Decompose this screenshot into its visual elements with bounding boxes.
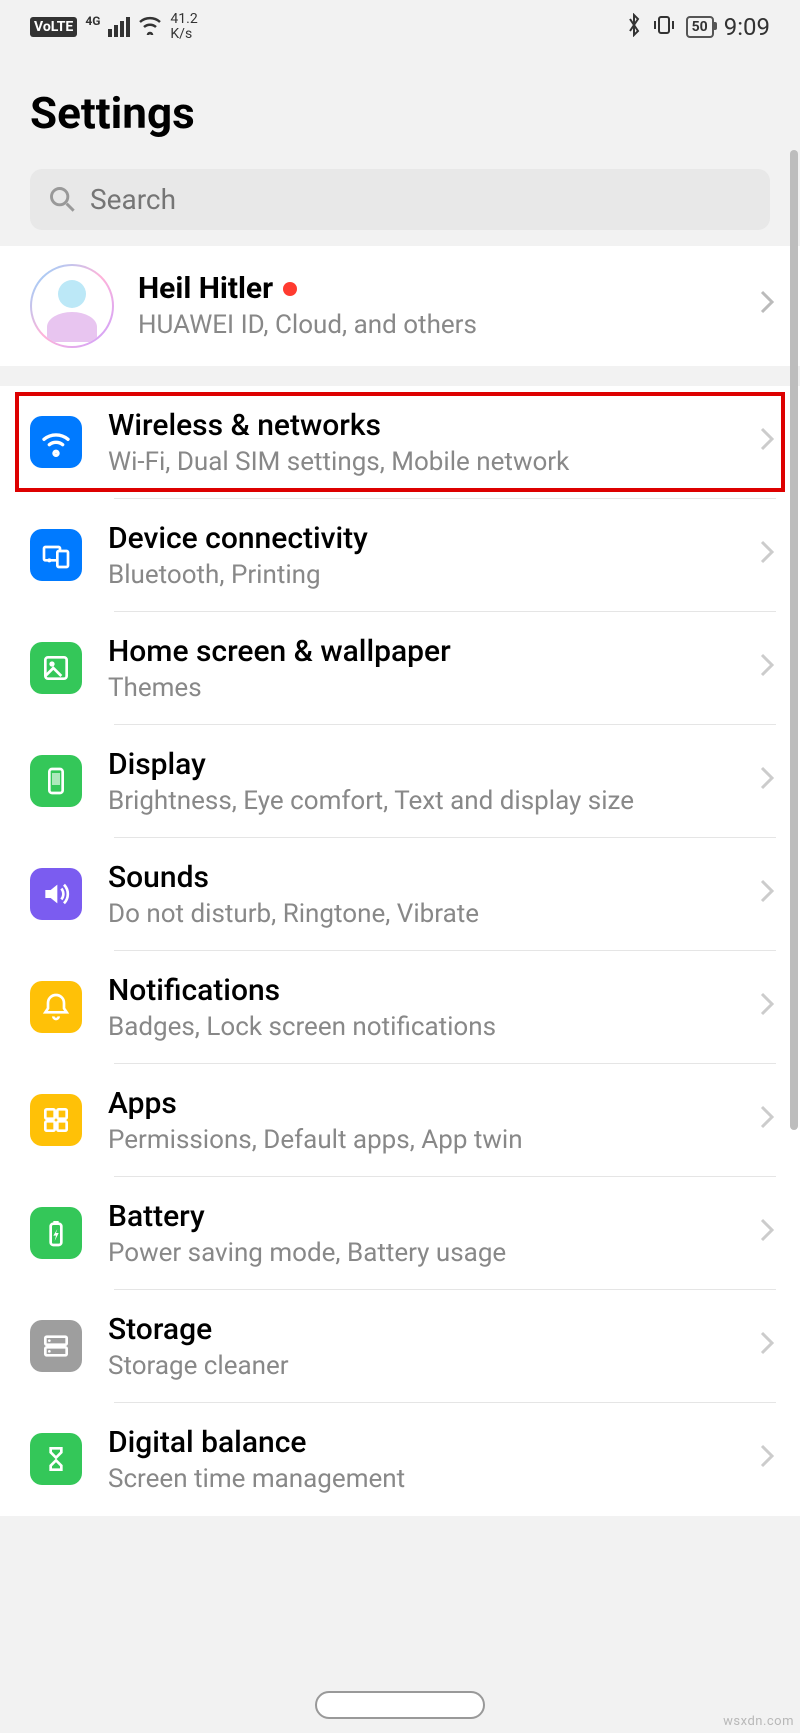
image-icon [30, 642, 82, 694]
status-bar: VoLTE 4G 41.2K/s 50 9:09 [0, 0, 800, 51]
speed-indicator: 41.2K/s [170, 12, 197, 43]
chevron-right-icon [758, 288, 776, 323]
chevron-right-icon [758, 1442, 776, 1477]
item-wireless-networks[interactable]: Wireless & networks Wi-Fi, Dual SIM sett… [0, 386, 800, 499]
bluetooth-icon [626, 13, 642, 42]
notification-dot-icon [283, 282, 297, 296]
item-title: Home screen & wallpaper [108, 634, 758, 669]
status-left: VoLTE 4G 41.2K/s [30, 12, 198, 43]
item-sounds[interactable]: Sounds Do not disturb, Ringtone, Vibrate [0, 838, 800, 951]
item-subtitle: Badges, Lock screen notifications [108, 1012, 758, 1042]
item-apps[interactable]: Apps Permissions, Default apps, App twin [0, 1064, 800, 1177]
account-name: Heil Hitler [138, 271, 734, 306]
time-label: 9:09 [724, 13, 770, 41]
nav-pill[interactable] [315, 1691, 485, 1719]
chevron-right-icon [758, 877, 776, 912]
chevron-right-icon [758, 1329, 776, 1364]
chevron-right-icon [758, 425, 776, 460]
storage-icon [30, 1320, 82, 1372]
item-title: Battery [108, 1199, 758, 1234]
status-right: 50 9:09 [626, 13, 770, 42]
item-title: Sounds [108, 860, 758, 895]
item-subtitle: Permissions, Default apps, App twin [108, 1125, 758, 1155]
item-display[interactable]: Display Brightness, Eye comfort, Text an… [0, 725, 800, 838]
item-subtitle: Brightness, Eye comfort, Text and displa… [108, 786, 758, 816]
item-subtitle: Power saving mode, Battery usage [108, 1238, 758, 1268]
item-title: Device connectivity [108, 521, 758, 556]
search-input[interactable] [90, 183, 752, 216]
item-title: Storage [108, 1312, 758, 1347]
item-digital-balance[interactable]: Digital balance Screen time management [0, 1403, 800, 1516]
scrollbar[interactable] [790, 150, 798, 1150]
page-title: Settings [0, 51, 800, 169]
search-box[interactable] [30, 169, 770, 230]
account-subtitle: HUAWEI ID, Cloud, and others [138, 310, 734, 340]
search-icon [48, 185, 76, 213]
item-title: Display [108, 747, 758, 782]
item-title: Wireless & networks [108, 408, 758, 443]
wifi-icon [138, 15, 162, 40]
phone-icon [30, 755, 82, 807]
item-home-screen[interactable]: Home screen & wallpaper Themes [0, 612, 800, 725]
battery-icon [30, 1207, 82, 1259]
item-subtitle: Wi-Fi, Dual SIM settings, Mobile network [108, 447, 758, 477]
item-notifications[interactable]: Notifications Badges, Lock screen notifi… [0, 951, 800, 1064]
settings-list: Wireless & networks Wi-Fi, Dual SIM sett… [0, 386, 800, 1516]
chevron-right-icon [758, 538, 776, 573]
watermark: wsxdn.com [723, 1714, 794, 1729]
network-4g-label: 4G [85, 14, 100, 28]
signal-icon [108, 17, 130, 37]
item-storage[interactable]: Storage Storage cleaner [0, 1290, 800, 1403]
chevron-right-icon [758, 1103, 776, 1138]
item-subtitle: Screen time management [108, 1464, 758, 1494]
item-subtitle: Do not disturb, Ringtone, Vibrate [108, 899, 758, 929]
item-title: Notifications [108, 973, 758, 1008]
chevron-right-icon [758, 1216, 776, 1251]
chevron-right-icon [758, 651, 776, 686]
item-subtitle: Storage cleaner [108, 1351, 758, 1381]
chevron-right-icon [758, 990, 776, 1025]
account-row[interactable]: Heil Hitler HUAWEI ID, Cloud, and others [0, 246, 800, 366]
hourglass-icon [30, 1433, 82, 1485]
devices-icon [30, 529, 82, 581]
volte-icon: VoLTE [30, 17, 77, 37]
battery-icon: 50 [686, 16, 714, 38]
item-subtitle: Themes [108, 673, 758, 703]
item-title: Apps [108, 1086, 758, 1121]
vibrate-icon [652, 13, 676, 42]
sound-icon [30, 868, 82, 920]
bell-icon [30, 981, 82, 1033]
apps-icon [30, 1094, 82, 1146]
item-battery[interactable]: Battery Power saving mode, Battery usage [0, 1177, 800, 1290]
item-title: Digital balance [108, 1425, 758, 1460]
avatar [30, 264, 114, 348]
wifi-icon [30, 416, 82, 468]
chevron-right-icon [758, 764, 776, 799]
item-device-connectivity[interactable]: Device connectivity Bluetooth, Printing [0, 499, 800, 612]
item-subtitle: Bluetooth, Printing [108, 560, 758, 590]
